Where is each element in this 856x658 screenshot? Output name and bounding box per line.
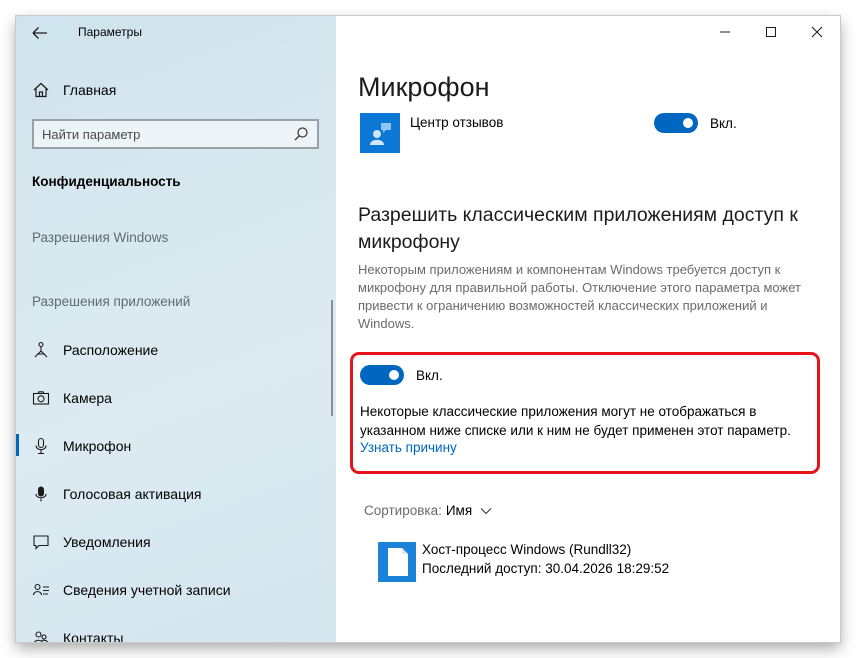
search-input[interactable] [42, 125, 287, 143]
sidebar-item-label: Голосовая активация [63, 486, 202, 502]
group-label-windows: Разрешения Windows [32, 230, 169, 245]
feedback-hub-name: Центр отзывов [410, 115, 504, 130]
minimize-icon [720, 31, 730, 33]
classic-apps-toggle[interactable] [360, 365, 404, 385]
sidebar-item-account-info[interactable]: Сведения учетной записи [32, 579, 231, 601]
chevron-down-icon[interactable] [480, 503, 492, 518]
nav-home-label: Главная [63, 82, 117, 98]
sidebar-item-label: Микрофон [63, 438, 132, 454]
sidebar-scrollbar[interactable] [331, 300, 333, 416]
sidebar-item-microphone[interactable]: Микрофон [32, 435, 131, 457]
classic-apps-note: Некоторые классические приложения могут … [360, 404, 791, 438]
toggle-knob [683, 118, 693, 128]
back-button[interactable] [30, 24, 50, 42]
contacts-icon [32, 629, 50, 642]
sidebar-item-voice-activation[interactable]: Голосовая активация [32, 483, 202, 505]
nav-home[interactable]: Главная [32, 79, 116, 101]
titlebar-left: Параметры [16, 16, 336, 50]
feedback-hub-toggle-label: Вкл. [710, 116, 737, 131]
feedback-hub-icon [360, 113, 400, 153]
voice-activation-icon [32, 485, 50, 503]
toggle-knob [389, 370, 399, 380]
sort-control[interactable]: Сортировка: Имя [364, 503, 492, 518]
page-title: Микрофон [358, 72, 490, 102]
sidebar-item-label: Камера [63, 390, 112, 406]
window-controls [702, 16, 840, 48]
camera-icon [32, 389, 50, 407]
maximize-icon [766, 27, 776, 37]
group-label-apps: Разрешения приложений [32, 294, 191, 309]
active-indicator [16, 434, 19, 456]
feedback-hub-toggle[interactable] [654, 113, 698, 133]
close-icon [811, 26, 823, 38]
main-content: Микрофон Центр отзывов Вкл. Разрешить кл… [336, 16, 840, 642]
settings-window: Параметры Главная Конфиденциальность Раз… [16, 16, 840, 642]
sidebar-item-notifications[interactable]: Уведомления [32, 531, 151, 553]
sidebar-item-camera[interactable]: Камера [32, 387, 112, 409]
sort-label: Сортировка: [364, 503, 442, 518]
classic-apps-toggle-label: Вкл. [416, 368, 443, 383]
window-title: Параметры [78, 25, 142, 39]
sidebar-item-label: Сведения учетной записи [63, 582, 231, 598]
home-icon [32, 81, 50, 99]
search-icon[interactable] [293, 126, 309, 147]
minimize-button[interactable] [702, 16, 748, 48]
account-info-icon [32, 581, 50, 599]
section-title: Конфиденциальность [32, 174, 181, 189]
close-button[interactable] [794, 16, 840, 48]
microphone-icon [32, 437, 50, 455]
app-file-icon [378, 542, 416, 582]
app-last-access: Последний доступ: 30.04.2026 18:29:52 [422, 561, 670, 576]
sidebar-item-location[interactable]: Расположение [32, 339, 158, 361]
sort-value[interactable]: Имя [446, 503, 472, 518]
back-arrow-icon [32, 27, 47, 39]
classic-apps-description: Некоторым приложениям и компонентам Wind… [358, 262, 801, 331]
sidebar-item-contacts[interactable]: Контакты [32, 627, 123, 642]
maximize-button[interactable] [748, 16, 794, 48]
sidebar-item-label: Контакты [63, 630, 124, 642]
sidebar: Параметры Главная Конфиденциальность Раз… [16, 16, 336, 642]
notifications-icon [32, 533, 50, 551]
sidebar-item-label: Уведомления [63, 534, 151, 550]
location-icon [32, 341, 50, 359]
learn-why-link[interactable]: Узнать причину [360, 440, 457, 455]
sidebar-item-label: Расположение [63, 342, 159, 358]
classic-apps-heading: Разрешить классическим приложениям досту… [358, 204, 798, 253]
app-name: Хост-процесс Windows (Rundll32) [422, 542, 632, 557]
search-box[interactable] [32, 119, 319, 149]
